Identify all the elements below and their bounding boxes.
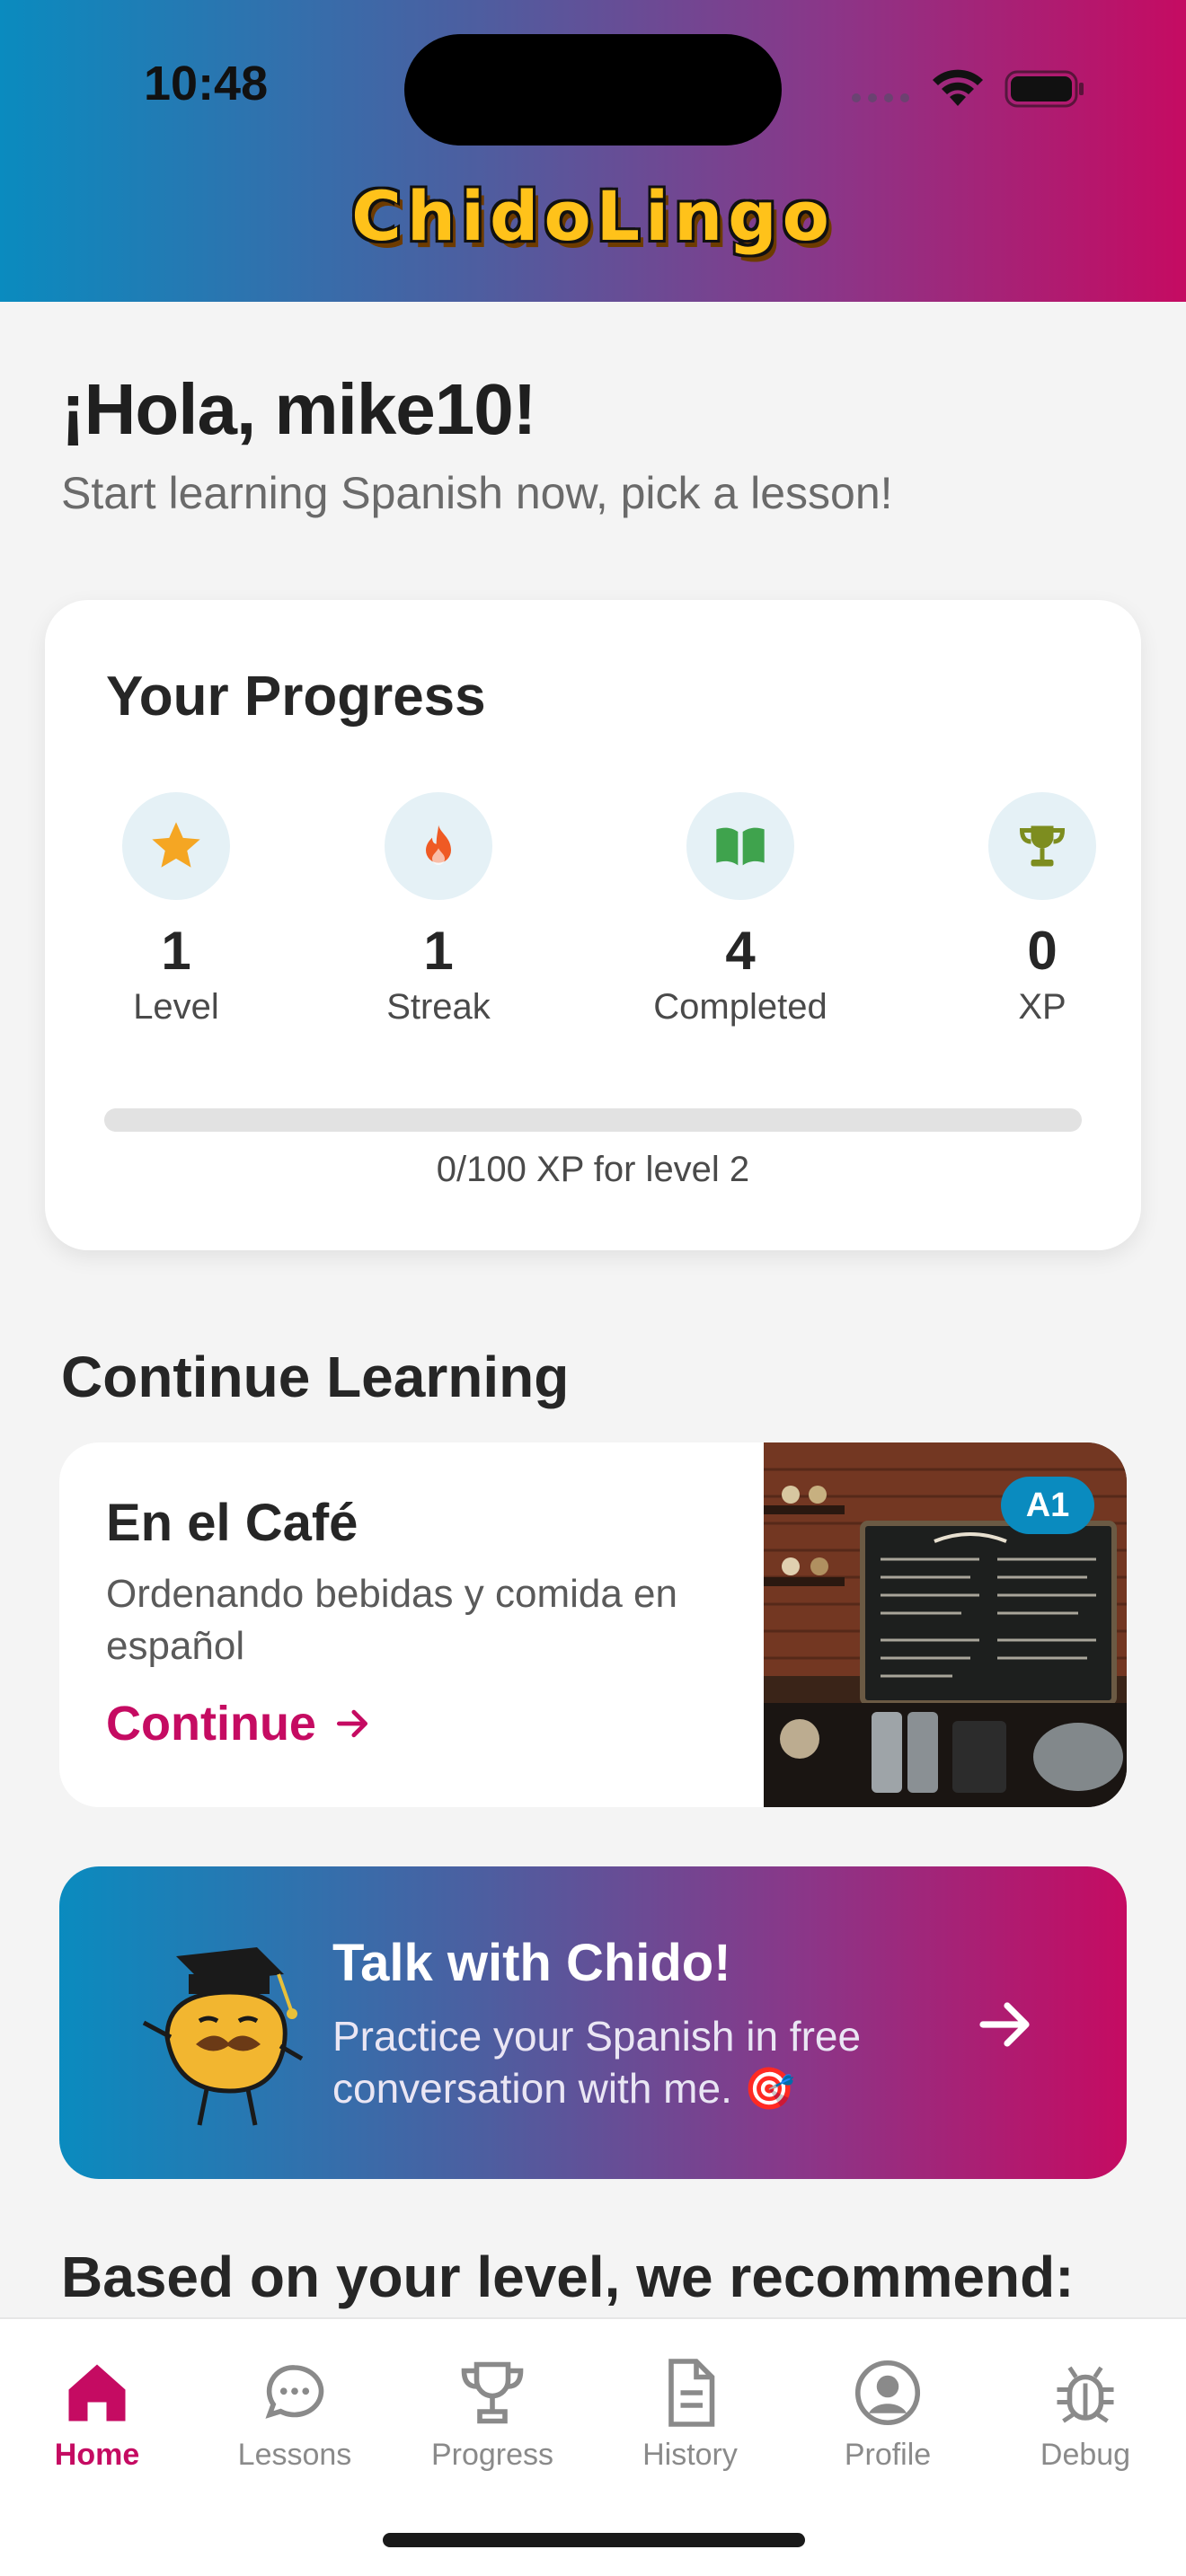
talk-with-chido-card[interactable]: Talk with Chido! Practice your Spanish i… bbox=[59, 1866, 1127, 2179]
flame-icon bbox=[385, 792, 492, 900]
tab-label: Lessons bbox=[237, 2438, 352, 2472]
tab-label: History bbox=[642, 2438, 738, 2472]
continue-label: Continue bbox=[106, 1697, 316, 1751]
signal-dots-icon bbox=[852, 93, 909, 102]
chat-card-description: Practice your Spanish in free conversati… bbox=[332, 2013, 862, 2112]
tab-debug[interactable]: Debug bbox=[996, 2355, 1175, 2473]
continue-button[interactable]: Continue bbox=[106, 1696, 372, 1751]
stat-label: Level bbox=[133, 987, 219, 1027]
greeting-title: ¡Hola, mike10! bbox=[61, 369, 536, 449]
trophy-icon bbox=[461, 2361, 524, 2424]
tab-lessons[interactable]: Lessons bbox=[205, 2355, 385, 2473]
home-indicator bbox=[383, 2533, 805, 2547]
recommend-title: Based on your level, we recommend: bbox=[61, 2245, 1075, 2309]
app-header: 10:48 ChidoLingo bbox=[0, 0, 1186, 302]
stat-value: 1 bbox=[423, 921, 454, 981]
trophy-icon bbox=[988, 792, 1096, 900]
continue-lesson-card[interactable]: En el Café Ordenando bebidas y comida en… bbox=[59, 1442, 1127, 1807]
stat-value: 0 bbox=[1027, 921, 1058, 981]
level-badge: A1 bbox=[1001, 1477, 1094, 1534]
document-icon bbox=[668, 2359, 715, 2427]
tab-profile[interactable]: Profile bbox=[798, 2355, 978, 2473]
app-logo: ChidoLingo bbox=[351, 176, 835, 256]
continue-learning-title: Continue Learning bbox=[61, 1345, 570, 1409]
lesson-image: A1 bbox=[764, 1442, 1127, 1807]
stat-value: 1 bbox=[161, 921, 191, 981]
stat-streak: 1 Streak bbox=[340, 792, 537, 1028]
xp-progress-caption: 0/100 XP for level 2 bbox=[436, 1150, 750, 1189]
tab-home[interactable]: Home bbox=[7, 2355, 187, 2473]
tab-history[interactable]: History bbox=[600, 2355, 780, 2473]
chat-card-title: Talk with Chido! bbox=[332, 1934, 731, 1992]
lesson-description: Ordenando bebidas y comida en español bbox=[106, 1572, 677, 1668]
chat-bubble-icon bbox=[265, 2365, 324, 2419]
tab-progress[interactable]: Progress bbox=[403, 2355, 582, 2473]
stat-label: Streak bbox=[386, 987, 491, 1027]
stat-value: 4 bbox=[725, 921, 756, 981]
xp-progress-bar bbox=[104, 1108, 1082, 1132]
chido-mascot-icon bbox=[142, 1947, 304, 2126]
book-icon bbox=[686, 792, 794, 900]
bug-icon bbox=[1057, 2366, 1114, 2423]
stat-completed: 4 Completed bbox=[642, 792, 839, 1028]
arrow-right-icon bbox=[336, 1709, 368, 1738]
home-icon bbox=[68, 2364, 126, 2422]
progress-card: Your Progress 1 Level 1 Streak 4 Complet… bbox=[45, 600, 1141, 1250]
person-icon bbox=[854, 2360, 921, 2426]
tab-label: Profile bbox=[844, 2438, 932, 2472]
wifi-icon bbox=[933, 69, 983, 106]
battery-icon bbox=[1005, 70, 1084, 108]
stat-xp: 0 XP bbox=[943, 792, 1141, 1028]
tab-label: Progress bbox=[430, 2438, 554, 2472]
arrow-right-icon bbox=[979, 2002, 1030, 2047]
status-time: 10:48 bbox=[144, 57, 269, 110]
stat-label: Completed bbox=[653, 987, 828, 1027]
stat-level: 1 Level bbox=[77, 792, 275, 1028]
greeting-subtitle: Start learning Spanish now, pick a lesso… bbox=[61, 468, 893, 518]
progress-title: Your Progress bbox=[106, 666, 486, 728]
tab-label: Debug bbox=[1040, 2438, 1131, 2472]
tab-label: Home bbox=[54, 2438, 140, 2472]
dynamic-island bbox=[404, 34, 782, 146]
stat-label: XP bbox=[1018, 987, 1067, 1027]
star-icon bbox=[122, 792, 230, 900]
lesson-title: En el Café bbox=[106, 1494, 358, 1552]
